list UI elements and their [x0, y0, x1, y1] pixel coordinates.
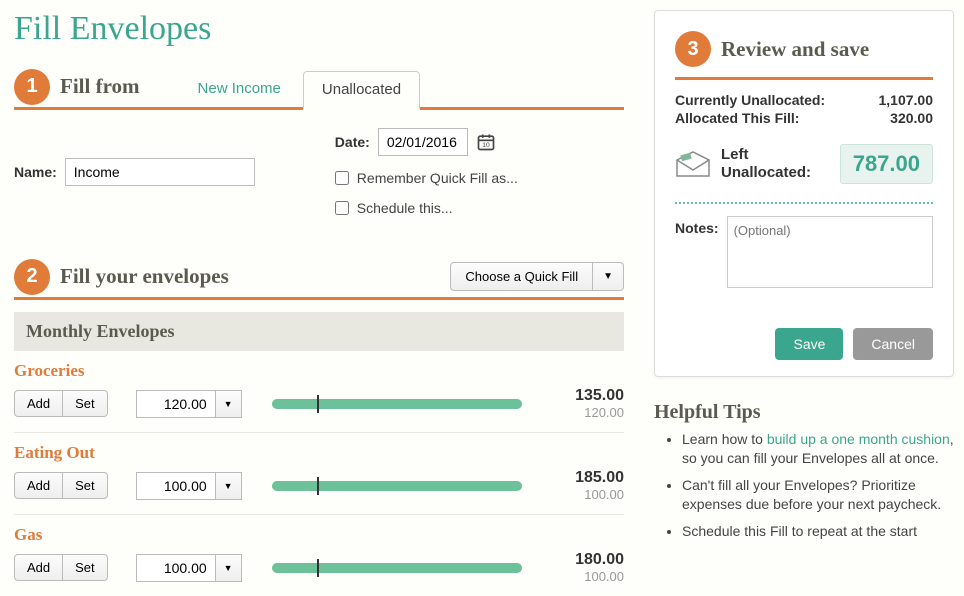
- fill-from-body: Name: Date: 10 Remember Quick Fill as...: [14, 110, 624, 216]
- currently-unallocated-value: 1,107.00: [879, 92, 934, 108]
- quickfill-button[interactable]: Choose a Quick Fill: [450, 262, 593, 291]
- step2-header: 2 Fill your envelopes Choose a Quick Fil…: [14, 256, 624, 300]
- set-button[interactable]: Set: [63, 390, 108, 417]
- add-button[interactable]: Add: [14, 390, 63, 417]
- step3-header: 3 Review and save: [675, 31, 933, 80]
- tip-item: Schedule this Fill to repeat at the star…: [682, 522, 954, 541]
- envelope-slider[interactable]: [272, 563, 522, 573]
- envelope-total: 185.00: [564, 469, 624, 487]
- tab-new-income[interactable]: New Income: [180, 71, 299, 110]
- set-button[interactable]: Set: [63, 472, 108, 499]
- envelope-name: Eating Out: [14, 443, 624, 463]
- allocated-this-fill-label: Allocated This Fill:: [675, 110, 799, 126]
- envelope-row: Eating Out AddSet ▼ 185.00100.00: [14, 433, 624, 515]
- amount-caret-icon[interactable]: ▼: [216, 554, 242, 582]
- notes-textarea[interactable]: [727, 216, 933, 288]
- page-title: Fill Envelopes: [14, 10, 624, 48]
- left-unallocated-value: 787.00: [840, 144, 933, 184]
- step1-number: 1: [14, 69, 50, 105]
- envelope-name: Groceries: [14, 361, 624, 381]
- schedule-row[interactable]: Schedule this...: [335, 200, 518, 216]
- currently-unallocated-row: Currently Unallocated: 1,107.00: [675, 92, 933, 108]
- allocated-this-fill-value: 320.00: [890, 110, 933, 126]
- helpful-tips: Helpful Tips Learn how to build up a one…: [654, 401, 954, 540]
- remember-quickfill-label: Remember Quick Fill as...: [357, 170, 518, 186]
- quickfill-caret-icon[interactable]: ▼: [593, 262, 624, 291]
- svg-text:10: 10: [482, 142, 490, 149]
- tip-link[interactable]: build up a one month cushion: [767, 431, 950, 447]
- left-unallocated-row: LeftUnallocated: 787.00: [675, 140, 933, 188]
- envelope-total: 180.00: [564, 551, 624, 569]
- tips-title: Helpful Tips: [654, 401, 954, 424]
- envelope-slider[interactable]: [272, 481, 522, 491]
- envelope-subtotal: 120.00: [564, 405, 624, 420]
- date-label: Date:: [335, 134, 370, 150]
- envelope-icon: [675, 150, 711, 178]
- left-unallocated-label: LeftUnallocated:: [721, 146, 811, 182]
- step1-title: Fill from: [60, 74, 140, 99]
- cancel-button[interactable]: Cancel: [853, 328, 933, 360]
- divider: [675, 202, 933, 204]
- step2-number: 2: [14, 259, 50, 295]
- name-input[interactable]: [65, 158, 255, 186]
- remember-quickfill-checkbox[interactable]: [335, 171, 349, 185]
- tip-item: Learn how to build up a one month cushio…: [682, 430, 954, 468]
- quickfill-dropdown[interactable]: Choose a Quick Fill ▼: [450, 262, 624, 291]
- envelope-name: Gas: [14, 525, 624, 545]
- name-label: Name:: [14, 164, 57, 180]
- fill-from-tabs: New Income Unallocated: [180, 71, 421, 110]
- envelope-subtotal: 100.00: [564, 487, 624, 502]
- step2-title: Fill your envelopes: [60, 264, 229, 289]
- add-button[interactable]: Add: [14, 472, 63, 499]
- notes-label: Notes:: [675, 216, 719, 236]
- date-input[interactable]: [378, 128, 468, 156]
- envelope-slider[interactable]: [272, 399, 522, 409]
- schedule-label: Schedule this...: [357, 200, 453, 216]
- step1-header: 1 Fill from New Income Unallocated: [14, 66, 624, 110]
- envelope-row: GasAddSet▼180.00100.00: [14, 515, 624, 596]
- step3-number: 3: [675, 31, 711, 67]
- step3-title: Review and save: [721, 37, 869, 62]
- monthly-envelopes-header: Monthly Envelopes: [14, 312, 624, 351]
- currently-unallocated-label: Currently Unallocated:: [675, 92, 825, 108]
- envelope-row: Groceries AddSet ▼ 135.00120.00: [14, 351, 624, 433]
- amount-caret-icon[interactable]: ▼: [216, 390, 242, 418]
- save-button[interactable]: Save: [775, 328, 843, 360]
- amount-input[interactable]: [136, 554, 216, 582]
- remember-quickfill-row[interactable]: Remember Quick Fill as...: [335, 170, 518, 186]
- tip-item: Can't fill all your Envelopes? Prioritiz…: [682, 476, 954, 514]
- allocated-this-fill-row: Allocated This Fill: 320.00: [675, 110, 933, 126]
- calendar-icon[interactable]: 10: [476, 132, 496, 152]
- schedule-checkbox[interactable]: [335, 201, 349, 215]
- envelope-total: 135.00: [564, 387, 624, 405]
- amount-input[interactable]: [136, 472, 216, 500]
- tab-unallocated[interactable]: Unallocated: [303, 71, 420, 110]
- amount-caret-icon[interactable]: ▼: [216, 472, 242, 500]
- review-panel: 3 Review and save Currently Unallocated:…: [654, 10, 954, 377]
- amount-input[interactable]: [136, 390, 216, 418]
